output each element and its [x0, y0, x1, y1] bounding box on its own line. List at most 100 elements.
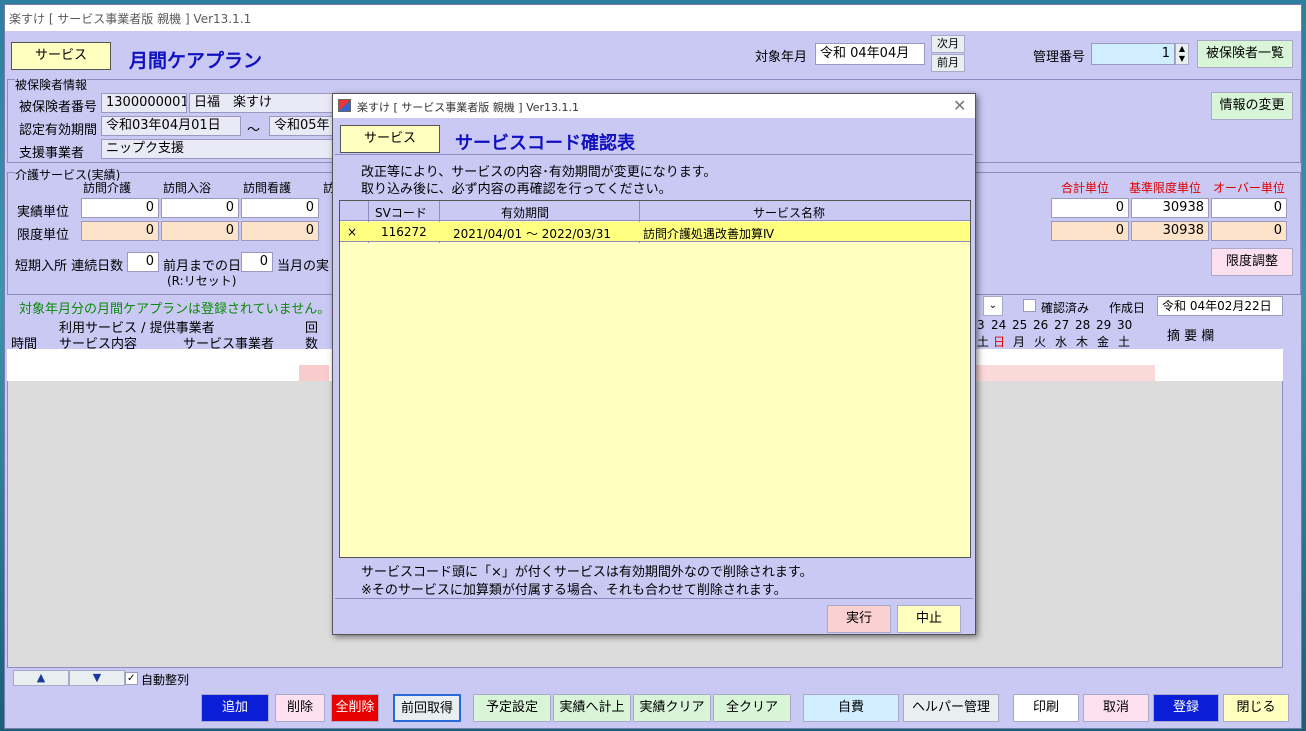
weekday: 月: [1013, 335, 1026, 349]
weekday: 土: [977, 335, 990, 349]
period-from-field: 令和03年04月01日: [101, 116, 241, 136]
weekday: 土: [1118, 335, 1131, 349]
weekday: 水: [1055, 335, 1068, 349]
limit-units-field: 0: [241, 221, 319, 241]
actual-base-field: 30938: [1131, 198, 1209, 218]
next-month-button[interactable]: 次月: [931, 35, 965, 53]
register-button[interactable]: 登録: [1153, 694, 1219, 722]
actual-over-field: 0: [1211, 198, 1287, 218]
limit-units-field: 0: [81, 221, 159, 241]
day-cells: [975, 365, 1155, 381]
col-visit-care: 訪問介護: [83, 181, 132, 195]
weekday: 火: [1034, 335, 1047, 349]
move-up-button[interactable]: ▲: [13, 670, 69, 686]
dropdown-chevron-icon[interactable]: ⌄: [983, 296, 1003, 316]
auto-sort-checkbox[interactable]: ✓: [125, 672, 138, 685]
period-label: 認定有効期間: [19, 123, 98, 138]
prev-get-button[interactable]: 前回取得: [393, 694, 461, 722]
short-stay-label: 短期入所 連続日数: [15, 259, 124, 274]
target-month-label: 対象年月: [755, 50, 808, 65]
dialog-note2: ※そのサービスに加算類が付属する場合、それも合わせて削除されます。: [361, 583, 787, 598]
add-button[interactable]: 追加: [201, 694, 269, 722]
mgmt-label: 管理番号: [1033, 50, 1086, 65]
row-name: 訪問介護処遇改善加算Ⅳ: [643, 227, 775, 241]
insured-number-label: 被保険者番号: [19, 100, 98, 115]
weekday: 日: [993, 335, 1006, 349]
execute-button[interactable]: 実行: [827, 605, 891, 633]
dialog-note1: サービスコード頭に「×」が付くサービスは有効期間外なので削除されます。: [361, 565, 813, 580]
col-visit-nurse: 訪問看護: [243, 181, 292, 195]
divider: [335, 598, 973, 599]
short-stay-field[interactable]: 0: [127, 252, 159, 272]
day-number: 29: [1096, 318, 1112, 332]
period-to-field: 令和05年: [269, 116, 337, 136]
day-number: 30: [1117, 318, 1133, 332]
print-button[interactable]: 印刷: [1013, 694, 1079, 722]
weekday: 木: [1076, 335, 1089, 349]
dialog-msg2: 取り込み後に、必ず内容の再確認を行ってください。: [361, 182, 672, 197]
mgmt-number-field[interactable]: 1: [1091, 43, 1175, 65]
period-tilde: ～: [247, 123, 261, 138]
limit-units-label: 限度単位: [17, 228, 70, 243]
self-pay-button[interactable]: 自費: [803, 694, 899, 722]
dialog-title: 楽すけ [ サービス事業者版 親機 ] Ver13.1.1: [357, 101, 580, 114]
limit-adjust-button[interactable]: 限度調整: [1211, 248, 1293, 276]
day-number: 26: [1033, 318, 1049, 332]
mode-button[interactable]: サービス: [11, 42, 111, 70]
window-title: 楽すけ [ サービス事業者版 親機 ] Ver13.1.1: [5, 5, 1301, 31]
schedule-button[interactable]: 予定設定: [473, 694, 551, 722]
day-number: 24: [991, 318, 1007, 332]
target-month-field[interactable]: 令和 04年04月: [815, 43, 925, 65]
insured-name-field: 日福 楽すけ: [189, 93, 337, 113]
month-days-label: 当月の実: [277, 259, 330, 274]
created-label: 作成日: [1109, 301, 1146, 315]
col-name: サービス名称: [753, 206, 826, 220]
clear-actual-button[interactable]: 実績クリア: [633, 694, 711, 722]
prev-month-button[interactable]: 前月: [931, 54, 965, 72]
actual-units-field: 0: [81, 198, 159, 218]
delete-button[interactable]: 削除: [275, 694, 325, 722]
reset-note: (R:リセット): [167, 274, 237, 288]
dialog-mode-button[interactable]: サービス: [340, 125, 440, 153]
mgmt-spinner[interactable]: ▲ ▼: [1175, 43, 1189, 65]
memo-label: 摘 要 欄: [1167, 329, 1215, 344]
insured-list-button[interactable]: 被保険者一覧: [1197, 40, 1293, 68]
support-label: 支援事業者: [19, 146, 85, 161]
col-period: 有効期間: [501, 206, 550, 220]
created-date-field[interactable]: 令和 04年02月22日: [1157, 296, 1283, 316]
abort-button[interactable]: 中止: [897, 605, 961, 633]
count-cell: [299, 365, 329, 381]
to-actual-button[interactable]: 実績へ計上: [553, 694, 631, 722]
row-period: 2021/04/01 ～ 2022/03/31: [453, 227, 611, 241]
confirmed-checkbox[interactable]: [1023, 299, 1036, 312]
close-icon[interactable]: ✕: [953, 96, 966, 115]
app-icon: [338, 99, 351, 112]
divider: [335, 154, 973, 155]
insured-number-field[interactable]: 1300000001: [101, 93, 187, 113]
limit-units-field: 0: [161, 221, 239, 241]
clear-all-button[interactable]: 全クリア: [713, 694, 791, 722]
plan-notice: 対象年月分の月間ケアプランは登録されていません。: [19, 302, 331, 317]
sum-units-label: 合計単位: [1061, 181, 1110, 195]
page-title: 月間ケアプラン: [129, 50, 263, 72]
weekday: 金: [1097, 335, 1110, 349]
confirmed-label: 確認済み: [1041, 301, 1090, 315]
actual-units-field: 0: [161, 198, 239, 218]
service-code-dialog: 楽すけ [ サービス事業者版 親機 ] Ver13.1.1 ✕ サービス サービ…: [332, 93, 976, 635]
close-button[interactable]: 閉じる: [1223, 694, 1289, 722]
cancel-button[interactable]: 取消: [1083, 694, 1149, 722]
limit-base-field: 30938: [1131, 221, 1209, 241]
helper-button[interactable]: ヘルパー管理: [903, 694, 999, 722]
code-table-header: [340, 201, 970, 221]
code-table: [339, 200, 971, 558]
col-code: SVコード: [375, 206, 427, 220]
prev-days-field[interactable]: 0: [241, 252, 273, 272]
move-down-button[interactable]: ▼: [69, 670, 125, 686]
day-number: 27: [1054, 318, 1070, 332]
support-field: ニップク支援: [101, 139, 337, 159]
day-number: 28: [1075, 318, 1091, 332]
actual-units-field: 0: [241, 198, 319, 218]
change-info-button[interactable]: 情報の変更: [1211, 92, 1293, 120]
actual-units-label: 実績単位: [17, 205, 70, 220]
delete-all-button[interactable]: 全削除: [331, 694, 379, 722]
